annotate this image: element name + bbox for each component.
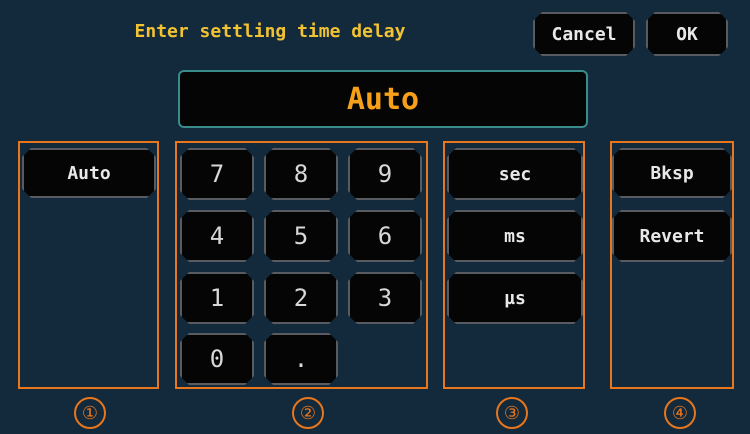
- value-display: Auto: [178, 70, 588, 128]
- unit-ms-button[interactable]: ms: [447, 210, 583, 262]
- cancel-button[interactable]: Cancel: [533, 12, 635, 56]
- backspace-label: Bksp: [650, 162, 694, 184]
- key-decimal-label: .: [293, 345, 309, 373]
- unit-ms-label: ms: [504, 225, 526, 247]
- key-decimal-button[interactable]: .: [264, 333, 338, 385]
- group-3-marker: ③: [496, 397, 528, 429]
- key-5-label: 5: [293, 222, 309, 250]
- key-1-button[interactable]: 1: [180, 272, 254, 324]
- unit-sec-button[interactable]: sec: [447, 148, 583, 200]
- key-5-button[interactable]: 5: [264, 210, 338, 262]
- key-4-label: 4: [209, 222, 225, 250]
- key-3-button[interactable]: 3: [348, 272, 422, 324]
- key-1-label: 1: [209, 284, 225, 312]
- key-9-button[interactable]: 9: [348, 148, 422, 200]
- key-3-label: 3: [377, 284, 393, 312]
- value-display-text: Auto: [346, 81, 420, 117]
- group-2-marker: ②: [292, 397, 324, 429]
- ok-button[interactable]: OK: [646, 12, 728, 56]
- group-1-marker: ①: [74, 397, 106, 429]
- dialog-title: Enter settling time delay: [134, 21, 406, 42]
- cancel-label: Cancel: [551, 23, 617, 45]
- revert-button[interactable]: Revert: [612, 210, 732, 262]
- key-8-label: 8: [293, 160, 309, 188]
- key-2-button[interactable]: 2: [264, 272, 338, 324]
- unit-sec-label: sec: [498, 163, 532, 185]
- backspace-button[interactable]: Bksp: [612, 148, 732, 198]
- key-7-button[interactable]: 7: [180, 148, 254, 200]
- auto-button[interactable]: Auto: [22, 148, 156, 198]
- unit-us-button[interactable]: µs: [447, 272, 583, 324]
- key-2-label: 2: [293, 284, 309, 312]
- key-7-label: 7: [209, 160, 225, 188]
- auto-label: Auto: [67, 162, 111, 184]
- key-8-button[interactable]: 8: [264, 148, 338, 200]
- key-0-label: 0: [209, 345, 225, 373]
- key-6-label: 6: [377, 222, 393, 250]
- key-6-button[interactable]: 6: [348, 210, 422, 262]
- unit-us-label: µs: [504, 287, 526, 309]
- group-4-marker: ④: [664, 397, 696, 429]
- revert-label: Revert: [639, 225, 705, 247]
- key-0-button[interactable]: 0: [180, 333, 254, 385]
- key-9-label: 9: [377, 160, 393, 188]
- ok-label: OK: [676, 23, 698, 45]
- key-4-button[interactable]: 4: [180, 210, 254, 262]
